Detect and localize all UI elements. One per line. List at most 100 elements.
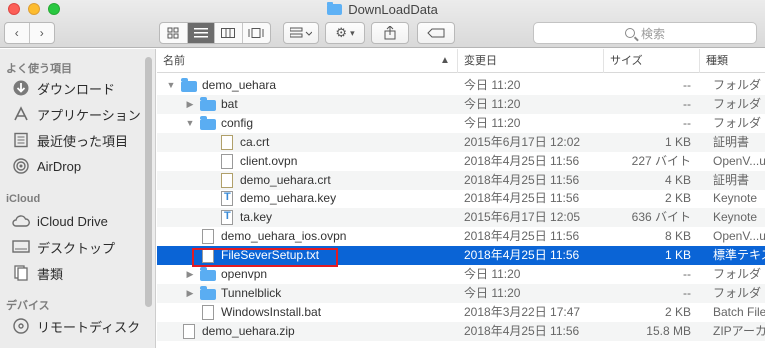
file-name: ta.key xyxy=(240,210,273,225)
sidebar-item-icloud-drive[interactable]: iCloud Drive xyxy=(12,211,108,231)
file-row[interactable]: ▼ config 今日 11:20 -- フォルダ xyxy=(157,114,765,133)
gallery-icon xyxy=(248,28,264,38)
sidebar-item-label: アプリケーション xyxy=(37,107,141,123)
keynote-file-icon xyxy=(221,210,233,226)
forward-button[interactable]: › xyxy=(30,23,54,43)
file-date: 今日 11:20 xyxy=(464,78,521,92)
chevron-down-icon: ▾ xyxy=(350,27,355,38)
file-row[interactable]: demo_uehara_ios.ovpn 2018年4月25日 11:56 8 KB… xyxy=(157,227,765,246)
file-row[interactable]: ▼ demo_uehara 今日 11:20 -- フォルダ xyxy=(157,76,765,95)
disc-icon xyxy=(12,317,30,335)
file-date: 2015年6月17日 12:05 xyxy=(464,210,581,225)
tags-button[interactable] xyxy=(417,22,455,44)
file-kind: 証明書 xyxy=(713,172,750,187)
file-row[interactable]: ▶ openvpn 今日 11:20 -- フォルダ xyxy=(157,265,765,284)
sidebar-item-airdrop[interactable]: AirDrop xyxy=(12,156,81,176)
file-name: demo_uehara.key xyxy=(240,191,337,206)
file-name: demo_uehara.crt xyxy=(240,172,331,187)
certificate-icon xyxy=(221,172,233,188)
file-kind: フォルダ xyxy=(713,115,762,130)
list-view-button[interactable] xyxy=(187,23,215,43)
search-field[interactable]: 検索 xyxy=(533,22,757,44)
file-kind: OpenV...ument xyxy=(713,229,765,244)
file-size: 636 バイト xyxy=(631,210,691,225)
column-header-kind[interactable]: 種類 xyxy=(699,49,765,73)
file-row[interactable]: demo_uehara.zip 2018年4月25日 11:56 15.8 MB ZI… xyxy=(157,321,765,341)
folder-icon xyxy=(200,285,216,300)
sidebar-item-label: AirDrop xyxy=(37,158,82,174)
file-row[interactable]: client.ovpn 2018年4月25日 11:56 227 バイト OpenV.… xyxy=(157,152,765,171)
share-button[interactable] xyxy=(371,22,409,44)
folder-icon xyxy=(200,115,216,130)
file-row[interactable]: ta.key 2015年6月17日 12:05 636 バイト Keynote xyxy=(157,208,765,228)
sidebar-item-label: iCloud Drive xyxy=(37,213,108,229)
file-date: 今日 11:20 xyxy=(464,115,521,130)
sidebar-item-recents[interactable]: 最近使った項目 xyxy=(12,130,128,150)
file-date: 2018年4月25日 11:56 xyxy=(464,229,580,244)
file-name: demo_uehara_ios.ovpn xyxy=(221,229,347,244)
airdrop-icon xyxy=(12,157,30,175)
folder-icon xyxy=(200,96,216,111)
file-date: 2018年4月25日 11:56 xyxy=(464,323,580,338)
folder-icon xyxy=(200,267,216,281)
download-icon xyxy=(12,79,30,97)
file-row[interactable]: demo_uehara.key 2018年4月25日 11:56 2 KB Keyno… xyxy=(157,189,765,208)
file-kind: OpenV...ument xyxy=(713,153,765,168)
file-date: 2018年3月22日 17:47 xyxy=(464,304,581,319)
disclosure-closed-icon[interactable]: ▶ xyxy=(184,96,196,113)
file-name: Tunnelblick xyxy=(221,285,282,300)
forward-arrow-icon: › xyxy=(39,26,44,40)
column-header-row: 名前 ▲ 変更日 サイズ 種類 xyxy=(157,49,765,73)
document-icon xyxy=(221,153,233,169)
folder-icon xyxy=(327,2,343,15)
sidebar-header-devices: デバイス xyxy=(6,300,50,312)
sidebar-item-downloads[interactable]: ダウンロード xyxy=(12,78,115,98)
disclosure-open-icon[interactable]: ▼ xyxy=(165,77,177,94)
sidebar-item-desktop[interactable]: デスクトップ xyxy=(12,237,115,257)
file-row[interactable]: ▶ Tunnelblick 今日 11:20 -- フォルダ xyxy=(157,283,765,303)
sidebar-header-favorites: よく使う項目 xyxy=(6,63,72,75)
file-size: -- xyxy=(683,115,691,130)
file-row[interactable]: demo_uehara.crt 2018年4月25日 11:56 4 KB 証明書 xyxy=(157,170,765,190)
file-row[interactable]: ca.crt 2015年6月17日 12:02 1 KB 証明書 xyxy=(157,132,765,152)
title-bar: DownLoadData ‹ › ⚙ ▾ 検索 xyxy=(0,0,765,48)
disclosure-closed-icon[interactable]: ▶ xyxy=(184,285,196,302)
sidebar-item-applications[interactable]: アプリケーション xyxy=(12,104,141,124)
file-size: -- xyxy=(683,96,691,111)
file-date: 2015年6月17日 12:02 xyxy=(464,134,581,149)
column-header-name[interactable]: 名前 xyxy=(157,49,457,73)
file-date: 2018年4月25日 11:56 xyxy=(464,172,580,187)
back-button[interactable]: ‹ xyxy=(5,23,30,43)
file-name: client.ovpn xyxy=(240,153,298,168)
file-name: ca.crt xyxy=(240,134,270,149)
disclosure-closed-icon[interactable]: ▶ xyxy=(184,266,196,283)
column-header-date[interactable]: 変更日 xyxy=(457,49,603,73)
highlight-box xyxy=(192,248,338,267)
search-placeholder: 検索 xyxy=(640,26,665,41)
file-name: openvpn xyxy=(221,267,268,281)
disclosure-open-icon[interactable]: ▼ xyxy=(184,115,196,132)
sidebar-item-remote-disc[interactable]: リモートディスク xyxy=(12,316,140,336)
gallery-view-button[interactable] xyxy=(243,23,270,43)
sidebar-item-label: 書類 xyxy=(37,266,64,282)
file-size: -- xyxy=(683,267,691,281)
column-header-size[interactable]: サイズ xyxy=(603,49,699,73)
sidebar-scrollbar[interactable] xyxy=(145,57,152,307)
sidebar-item-documents[interactable]: 書類 xyxy=(12,263,63,283)
column-view-button[interactable] xyxy=(215,23,243,43)
file-kind: フォルダ xyxy=(713,78,762,92)
file-kind: Keynote xyxy=(713,210,758,225)
keynote-file-icon xyxy=(221,191,233,207)
group-by-button[interactable] xyxy=(283,22,319,44)
file-row[interactable]: ▶ bat 今日 11:20 -- フォルダ xyxy=(157,94,765,114)
file-size: 8 KB xyxy=(664,229,691,244)
action-button[interactable]: ⚙ ▾ xyxy=(325,22,365,44)
file-kind: フォルダ xyxy=(713,285,762,300)
list-icon xyxy=(193,28,208,38)
file-row[interactable]: WindowsInstall.bat 2018年3月22日 17:47 2 KB Ba… xyxy=(157,303,765,322)
back-arrow-icon: ‹ xyxy=(14,26,19,40)
file-size: 1 KB xyxy=(664,248,691,263)
icon-view-button[interactable] xyxy=(160,23,188,43)
file-size: 15.8 MB xyxy=(646,323,691,338)
columns-icon xyxy=(221,28,236,38)
